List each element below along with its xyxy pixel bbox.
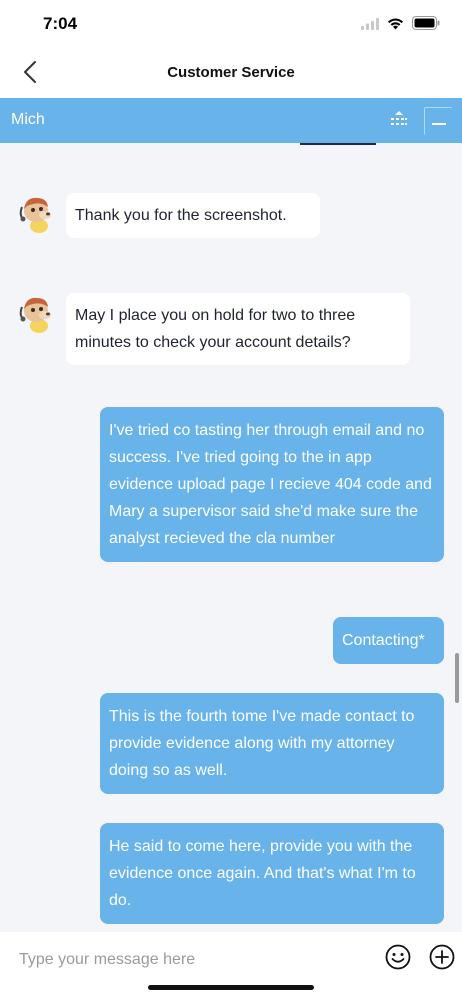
agent-avatar	[17, 293, 59, 335]
chat-area[interactable]: Thank you for the screenshot. May I plac…	[0, 145, 462, 932]
signal-icon	[361, 17, 379, 35]
queue-icon	[389, 110, 409, 133]
status-time: 7:04	[43, 14, 78, 33]
add-icon	[429, 944, 455, 975]
message-input[interactable]	[10, 945, 370, 975]
add-attachment-button[interactable]	[427, 944, 457, 974]
queue-button[interactable]	[385, 107, 413, 135]
message-bubble-user: I've tried co tasting her through email …	[100, 407, 444, 562]
message-text: May I place you on hold for two to three…	[75, 307, 356, 351]
agent-name: Mich	[11, 111, 45, 128]
emoji-button[interactable]	[383, 944, 413, 974]
home-indicator	[148, 985, 314, 990]
message-text: Thank you for the screenshot.	[75, 207, 287, 224]
message-text: He said to come here, provide you with t…	[109, 838, 416, 909]
message-text: This is the fourth tome I've made contac…	[109, 708, 415, 779]
agent-bar: Mich	[0, 98, 462, 143]
message-bubble-user: This is the fourth tome I've made contac…	[100, 693, 444, 794]
agent-avatar	[17, 193, 59, 235]
scrollbar[interactable]	[455, 653, 459, 703]
message-bubble-user: Contacting*	[333, 617, 444, 664]
message-text: Contacting*	[342, 632, 425, 649]
message-bubble-agent: Thank you for the screenshot.	[66, 193, 320, 238]
page-title: Customer Service	[167, 64, 295, 81]
status-bar: 7:04	[0, 0, 462, 50]
navigation-bar: Customer Service	[0, 50, 462, 98]
message-text: I've tried co tasting her through email …	[109, 422, 432, 547]
minimize-icon	[431, 113, 446, 131]
minimize-button[interactable]	[424, 107, 452, 135]
message-bubble-agent: May I place you on hold for two to three…	[66, 293, 410, 365]
emoji-icon	[385, 944, 411, 975]
message-bubble-user: He said to come here, provide you with t…	[100, 823, 444, 924]
wifi-icon	[387, 17, 404, 35]
status-icons	[361, 16, 440, 35]
battery-icon	[412, 16, 440, 35]
